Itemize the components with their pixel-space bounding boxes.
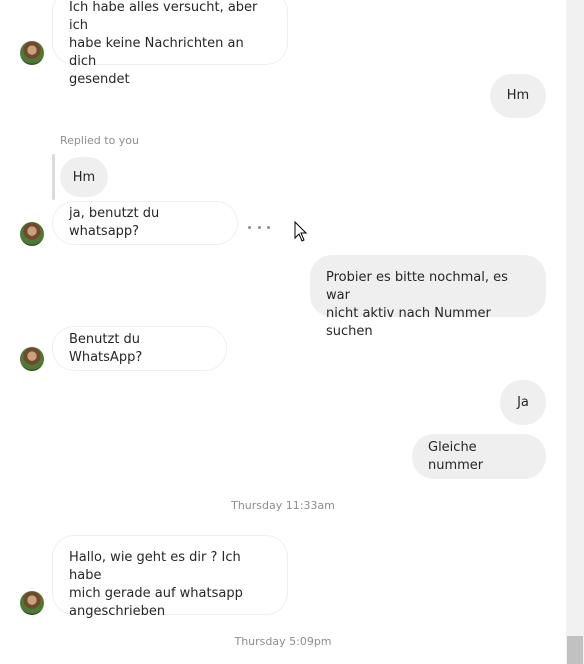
more-options-icon[interactable] xyxy=(248,220,270,234)
incoming-message[interactable]: Benutzt du WhatsApp? xyxy=(52,326,227,371)
outgoing-message[interactable]: Probier es bitte nochmal, es war nicht a… xyxy=(310,255,546,339)
message-thread: Ich habe alles versucht, aber ich habe k… xyxy=(0,0,566,664)
contact-avatar[interactable] xyxy=(20,591,44,615)
message-text: Probier es bitte nochmal, es war nicht a… xyxy=(326,270,508,339)
outgoing-message[interactable]: Hm xyxy=(490,74,546,118)
outgoing-message[interactable]: Ja xyxy=(500,380,546,425)
contact-avatar[interactable] xyxy=(20,41,44,65)
quoted-text: Hm xyxy=(72,169,96,185)
message-text: Benutzt du WhatsApp? xyxy=(69,331,143,365)
message-text: Hm xyxy=(506,88,530,103)
outgoing-message[interactable]: Gleiche nummer xyxy=(412,434,546,479)
message-text: Gleiche nummer xyxy=(428,439,484,473)
message-text: ja, benutzt du whatsapp? xyxy=(69,206,160,239)
incoming-message[interactable]: Hallo, wie geht es dir ? Ich habe mich g… xyxy=(52,535,288,619)
timestamp: Thursday 11:33am xyxy=(231,499,335,512)
dot-icon xyxy=(267,225,270,229)
message-text: Hallo, wie geht es dir ? Ich habe mich g… xyxy=(69,550,243,619)
dot-icon xyxy=(248,225,251,229)
incoming-message[interactable]: Ich habe alles versucht, aber ich habe k… xyxy=(52,0,288,87)
timestamp: Thursday 5:09pm xyxy=(234,635,332,648)
message-text: Ja xyxy=(517,394,529,410)
replied-to-you-label: Replied to you xyxy=(60,134,140,147)
message-text: Ich habe alles versucht, aber ich habe k… xyxy=(69,0,258,87)
reply-indicator-bar xyxy=(52,154,55,200)
contact-avatar[interactable] xyxy=(20,347,44,371)
incoming-message[interactable]: ja, benutzt du whatsapp? xyxy=(52,201,238,245)
mouse-cursor-icon xyxy=(294,221,308,242)
quoted-message[interactable]: Hm xyxy=(60,157,108,197)
dot-icon xyxy=(257,225,261,229)
contact-avatar[interactable] xyxy=(20,222,44,246)
scrollbar-thumb[interactable] xyxy=(567,636,583,664)
scrollbar[interactable] xyxy=(566,0,584,664)
